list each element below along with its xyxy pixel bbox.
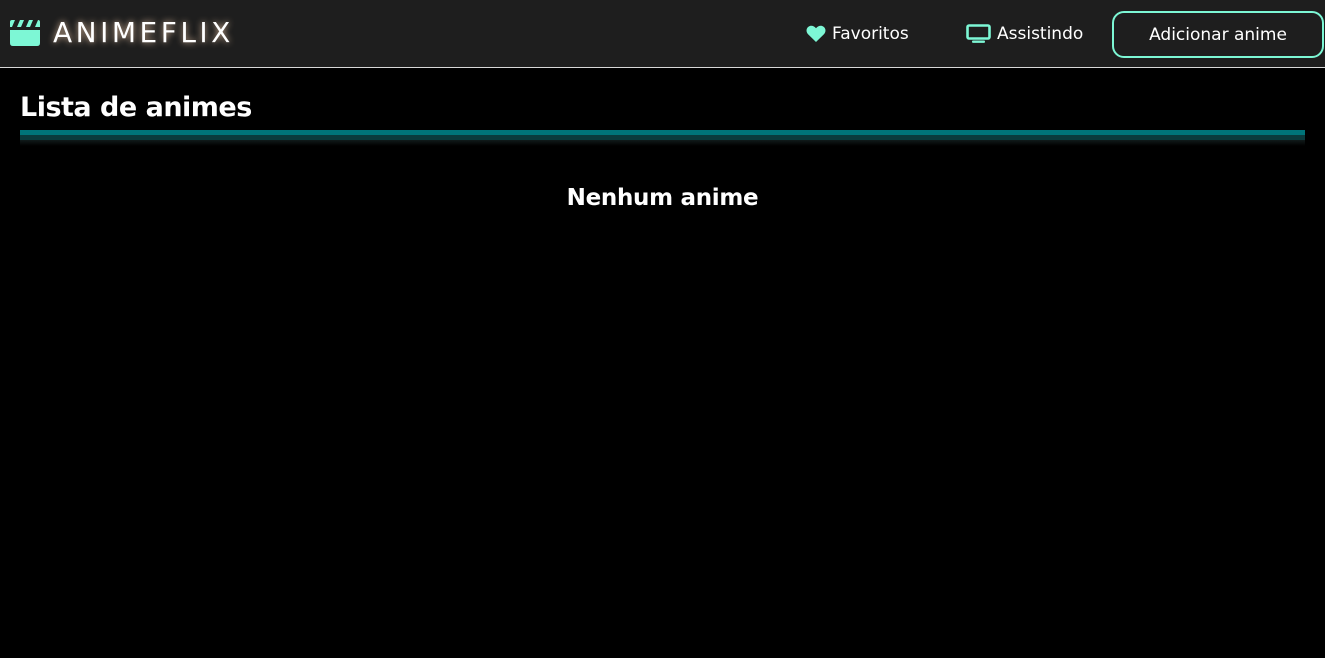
nav-favorites-link[interactable]: Favoritos bbox=[806, 20, 909, 48]
nav-watching-link[interactable]: Assistindo bbox=[966, 20, 1083, 48]
app-title: ANIMEFLIX bbox=[53, 16, 234, 49]
clapperboard-icon bbox=[10, 20, 40, 46]
title-divider bbox=[20, 130, 1305, 146]
brand-logo[interactable]: ANIMEFLIX bbox=[8, 16, 234, 50]
nav-favorites-label: Favoritos bbox=[832, 24, 909, 44]
heart-icon bbox=[806, 25, 826, 42]
navbar: ANIMEFLIX Favoritos Assistindo Adicionar… bbox=[0, 0, 1325, 68]
tv-icon bbox=[966, 24, 991, 43]
nav-watching-label: Assistindo bbox=[997, 24, 1084, 44]
empty-state-message: Nenhum anime bbox=[566, 185, 759, 211]
page-title: Lista de animes bbox=[20, 92, 252, 123]
add-anime-button[interactable]: Adicionar anime bbox=[1112, 11, 1324, 58]
